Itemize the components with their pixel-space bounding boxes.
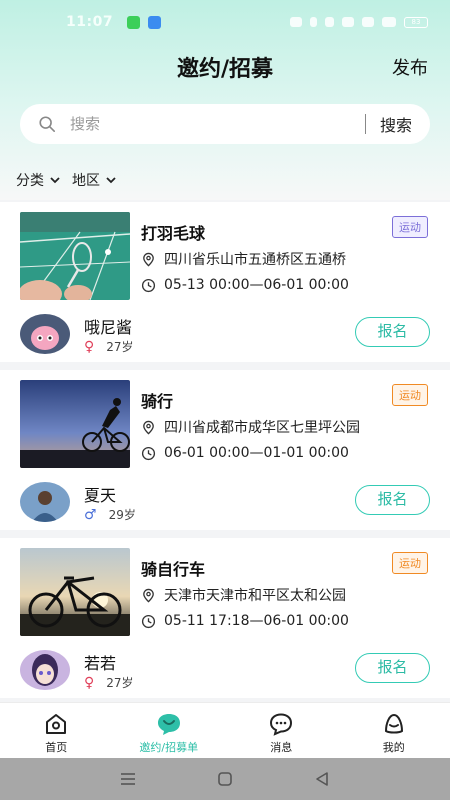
back-triangle-icon[interactable] (313, 770, 331, 788)
signup-button[interactable]: 报名 (355, 485, 430, 515)
message-icon (270, 713, 293, 736)
page-title: 邀约/招募 (176, 57, 274, 82)
location-row: 四川省成都市成华区七里坪公园 (141, 417, 360, 437)
search-button[interactable]: 搜索 (380, 112, 412, 136)
battery-icon: 83 (404, 16, 428, 28)
menu-icon[interactable] (119, 770, 137, 788)
tab-home[interactable]: 首页 (0, 703, 113, 758)
chevron-down-icon (106, 176, 116, 183)
filter-category[interactable]: 分类 (16, 170, 60, 190)
user-name: 夏天 (84, 486, 117, 505)
category-tag: 运动 (392, 384, 428, 406)
search-bar: 搜索 (20, 104, 430, 144)
search-divider (364, 114, 366, 134)
search-input[interactable] (70, 115, 365, 133)
user-age: 27岁 (106, 676, 134, 690)
tab-invitations-label: 邀约/招募单 (139, 741, 199, 754)
avatar[interactable] (20, 314, 70, 354)
activity-image-bicycle (20, 548, 130, 636)
male-icon: ♂ (84, 506, 97, 523)
activity-title: 骑自行车 (141, 560, 206, 579)
location-icon (325, 17, 334, 27)
signup-button[interactable]: 报名 (355, 653, 430, 683)
clock-icon (141, 614, 156, 628)
user-meta: ♀ 27岁 (84, 338, 134, 355)
chevron-down-icon (50, 176, 60, 183)
user-name: 若若 (84, 654, 117, 673)
user-meta: ♂ 29岁 (84, 506, 136, 523)
status-bar: 11:07 83 (0, 0, 450, 44)
tab-home-label: 首页 (45, 741, 68, 754)
home-square-icon[interactable] (216, 770, 234, 788)
clock-icon (141, 446, 156, 460)
search-icon (39, 116, 56, 133)
filter-region[interactable]: 地区 (72, 170, 116, 190)
avatar[interactable] (20, 650, 70, 690)
user-name: 哦尼酱 (84, 318, 133, 337)
sim-icon (362, 17, 374, 27)
female-icon: ♀ (84, 674, 95, 691)
category-tag: 运动 (392, 552, 428, 574)
bottom-tab-bar: 首页 邀约/招募单 消息 我的 (0, 702, 450, 758)
clock-icon (141, 278, 156, 292)
user-age: 27岁 (106, 340, 134, 354)
female-icon: ♀ (84, 338, 95, 355)
avatar[interactable] (20, 482, 70, 522)
filter-bar: 分类 地区 (16, 170, 116, 190)
tab-profile[interactable]: 我的 (338, 703, 450, 758)
user-meta: ♀ 27岁 (84, 674, 134, 691)
signup-button[interactable]: 报名 (355, 317, 430, 347)
activity-time: 06-01 00:00—01-01 00:00 (164, 445, 349, 461)
activity-card[interactable]: 骑行 运动 四川省成都市成华区七里坪公园 06-01 00:00—01-01 0… (0, 370, 450, 530)
tab-messages-label: 消息 (270, 741, 293, 754)
filter-category-label: 分类 (16, 173, 44, 189)
time-row: 05-13 00:00—06-01 00:00 (141, 277, 349, 293)
location-pin-icon (143, 420, 154, 434)
signal-icon (382, 17, 396, 27)
wifi-icon (342, 17, 354, 27)
activity-card[interactable]: 打羽毛球 运动 四川省乐山市五通桥区五通桥 05-13 00:00—06-01 … (0, 202, 450, 362)
bluetooth-icon (310, 17, 317, 27)
heart-chat-icon (157, 714, 180, 735)
profile-icon (384, 713, 403, 734)
filter-region-label: 地区 (72, 173, 100, 189)
time-row: 06-01 00:00—01-01 00:00 (141, 445, 349, 461)
activity-time: 05-11 17:18—06-01 00:00 (164, 613, 349, 629)
system-navigation-bar (0, 758, 450, 800)
tab-profile-label: 我的 (382, 741, 405, 754)
alarm-icon (290, 17, 302, 27)
activity-location: 四川省成都市成华区七里坪公园 (164, 420, 360, 436)
page-header: 邀约/招募 发布 (0, 44, 450, 90)
activity-time: 05-13 00:00—06-01 00:00 (164, 277, 349, 293)
activity-image-badminton (20, 212, 130, 300)
location-row: 四川省乐山市五通桥区五通桥 (141, 249, 346, 269)
category-tag: 运动 (392, 216, 428, 238)
location-pin-icon (143, 252, 154, 266)
publish-button[interactable]: 发布 (392, 54, 428, 80)
activity-card[interactable]: 骑自行车 运动 天津市天津市和平区太和公园 05-11 17:18—06-01 … (0, 538, 450, 698)
wechat-icon (127, 15, 141, 29)
status-time: 11:07 (66, 14, 114, 30)
activity-location: 天津市天津市和平区太和公园 (164, 588, 346, 604)
home-icon (46, 714, 67, 734)
tab-invitations[interactable]: 邀约/招募单 (113, 703, 226, 758)
time-row: 05-11 17:18—06-01 00:00 (141, 613, 349, 629)
location-row: 天津市天津市和平区太和公园 (141, 585, 346, 605)
activity-title: 骑行 (141, 392, 174, 411)
user-age: 29岁 (108, 508, 136, 522)
activity-image-cycling (20, 380, 130, 468)
activity-title: 打羽毛球 (141, 224, 206, 243)
tab-messages[interactable]: 消息 (225, 703, 338, 758)
app-notification-icon (148, 15, 162, 29)
activity-location: 四川省乐山市五通桥区五通桥 (164, 252, 346, 268)
location-pin-icon (143, 588, 154, 602)
